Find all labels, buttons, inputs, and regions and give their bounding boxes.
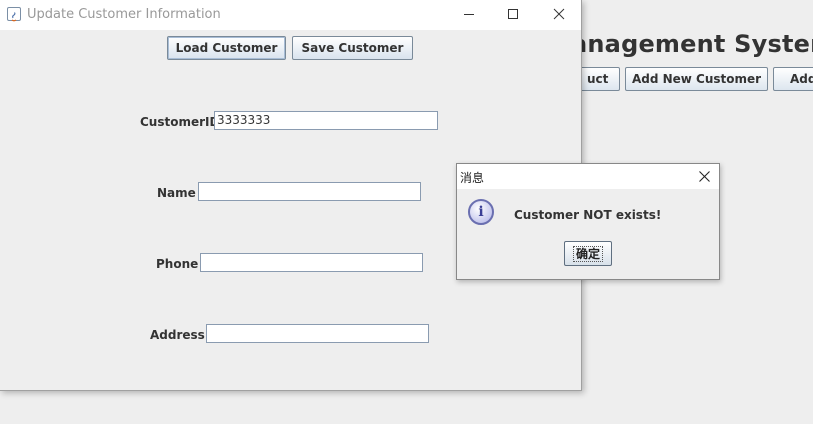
name-label: Name: [157, 186, 196, 200]
ok-button-label: 确定: [572, 245, 603, 262]
info-icon: i: [468, 199, 494, 225]
load-customer-button[interactable]: Load Customer: [167, 36, 286, 60]
dialog-close-icon[interactable]: [695, 167, 713, 185]
load-customer-label: Load Customer: [175, 41, 278, 55]
dialog-message: Customer NOT exists!: [514, 208, 662, 222]
bg-button-label: Add New Customer: [631, 72, 762, 86]
dialog-titlebar[interactable]: 消息: [457, 164, 719, 189]
bg-button-label: uct: [587, 72, 609, 86]
message-dialog: 消息 i Customer NOT exists! 确定: [456, 163, 720, 280]
phone-field[interactable]: [200, 253, 423, 272]
phone-label: Phone: [156, 257, 199, 271]
save-customer-label: Save Customer: [301, 41, 404, 55]
minimize-icon[interactable]: [458, 4, 480, 24]
ok-button[interactable]: 确定: [564, 241, 612, 266]
customer-id-label: CustomerID: [140, 115, 220, 129]
customer-id-field[interactable]: 3333333: [214, 111, 438, 130]
window-titlebar[interactable]: Update Customer Information: [0, 0, 581, 30]
bg-add-button[interactable]: Add: [773, 67, 813, 91]
close-icon[interactable]: [548, 4, 570, 24]
save-customer-button[interactable]: Save Customer: [292, 36, 413, 60]
bg-button-label: Add: [790, 72, 813, 86]
maximize-icon[interactable]: [502, 4, 524, 24]
background-app-title: anagement System: [571, 30, 813, 58]
java-app-icon: [7, 7, 21, 22]
name-field[interactable]: [198, 182, 421, 201]
bg-add-new-customer-button[interactable]: Add New Customer: [625, 67, 768, 91]
window-title: Update Customer Information: [27, 7, 221, 22]
address-label: Address: [150, 328, 205, 342]
dialog-title: 消息: [460, 171, 485, 185]
address-field[interactable]: [206, 324, 429, 343]
